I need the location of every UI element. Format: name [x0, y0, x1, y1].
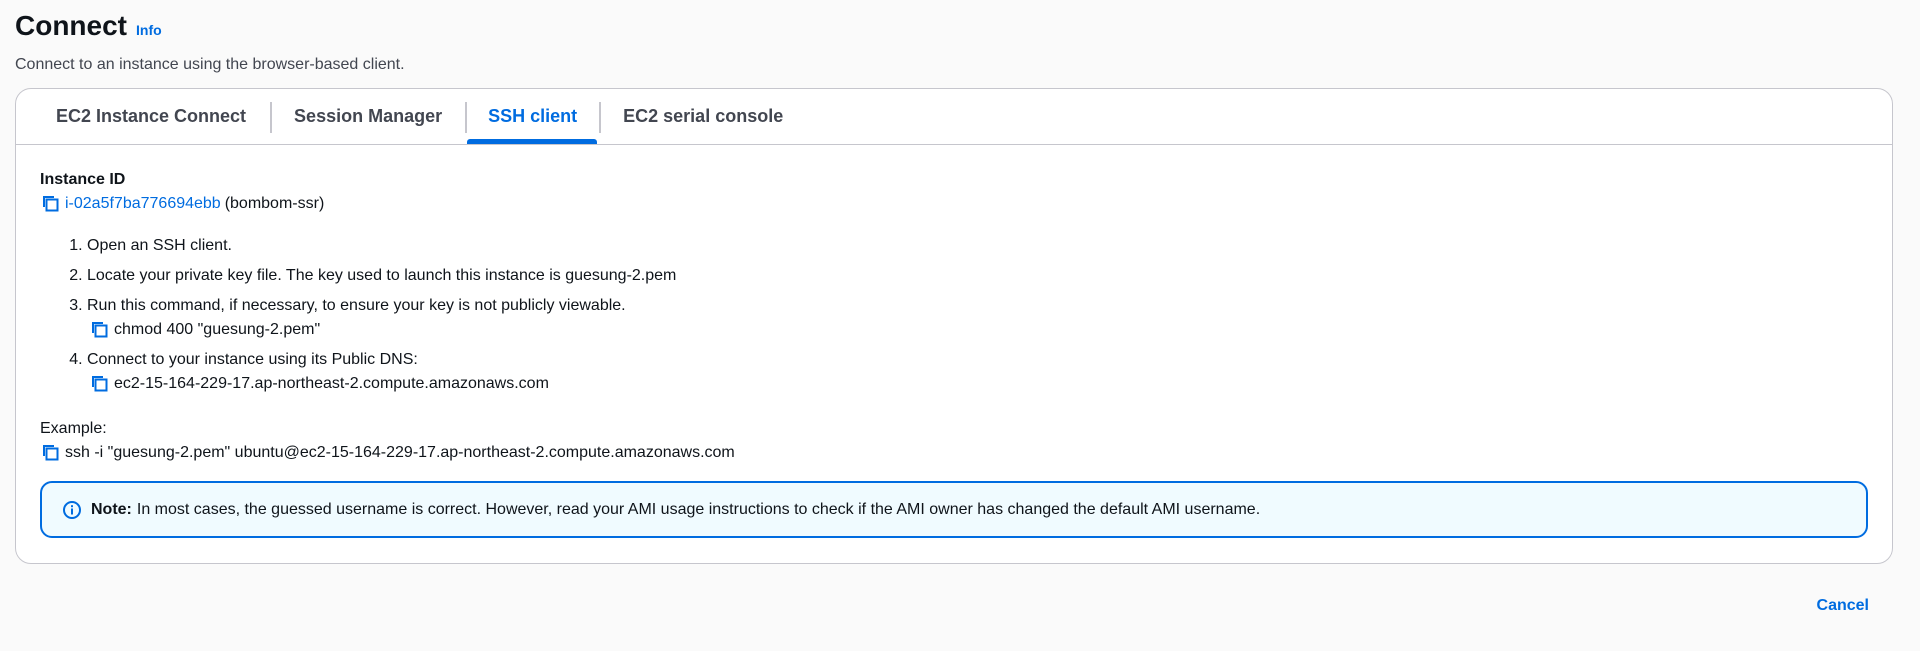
page-title: Connect	[15, 10, 127, 41]
tab-bar: EC2 Instance Connect Session Manager SSH…	[16, 89, 1892, 145]
copy-icon[interactable]	[40, 442, 62, 464]
copy-icon[interactable]	[89, 373, 111, 395]
copy-icon[interactable]	[40, 193, 62, 215]
steps-list: Open an SSH client. Locate your private …	[40, 235, 1868, 395]
title-row: Connect Info	[15, 8, 1905, 44]
step-item: Locate your private key file. The key us…	[87, 265, 1868, 287]
step-text: Open an SSH client.	[87, 237, 232, 254]
tab-ec2-serial-console[interactable]: EC2 serial console	[599, 89, 807, 144]
step-text: Locate your private key file. The key us…	[87, 267, 677, 284]
step-item: Open an SSH client.	[87, 235, 1868, 257]
example-command-row: ssh -i "guesung-2.pem" ubuntu@ec2-15-164…	[40, 442, 1868, 464]
example-label: Example:	[40, 420, 107, 437]
step-text: Connect to your instance using its Publi…	[87, 351, 418, 368]
note-text: In most cases, the guessed username is c…	[136, 500, 1261, 518]
info-link[interactable]: Info	[136, 22, 162, 38]
instance-id-label: Instance ID	[40, 171, 126, 188]
note-alert: Note: In most cases, the guessed usernam…	[40, 481, 1868, 538]
step-item: Connect to your instance using its Publi…	[87, 349, 1868, 395]
page-header: Connect Info Connect to an instance usin…	[15, 8, 1905, 76]
copy-icon[interactable]	[89, 319, 111, 341]
example-command: ssh -i "guesung-2.pem" ubuntu@ec2-15-164…	[65, 444, 735, 461]
step-item: Run this command, if necessary, to ensur…	[87, 295, 1868, 341]
public-dns: ec2-15-164-229-17.ap-northeast-2.compute…	[114, 375, 549, 392]
tab-session-manager[interactable]: Session Manager	[270, 89, 465, 144]
connect-panel: EC2 Instance Connect Session Manager SSH…	[15, 88, 1893, 564]
tab-ssh-client[interactable]: SSH client	[465, 89, 599, 144]
instance-id-row: i-02a5f7ba776694ebb (bombom-ssr)	[40, 193, 1868, 215]
instance-name: (bombom-ssr)	[224, 195, 325, 212]
chmod-command: chmod 400 "guesung-2.pem"	[114, 321, 321, 338]
public-dns-row: ec2-15-164-229-17.ap-northeast-2.compute…	[89, 373, 1868, 395]
instance-id-link[interactable]: i-02a5f7ba776694ebb	[65, 193, 221, 215]
info-circle-icon	[62, 500, 82, 520]
chmod-command-row: chmod 400 "guesung-2.pem"	[89, 319, 1868, 341]
tab-ec2-instance-connect[interactable]: EC2 Instance Connect	[27, 89, 270, 144]
page-description: Connect to an instance using the browser…	[15, 56, 405, 73]
step-text: Run this command, if necessary, to ensur…	[87, 297, 626, 314]
note-label: Note:	[91, 500, 132, 518]
ssh-client-content: Instance ID i-02a5f7ba776694ebb (bombom-…	[40, 169, 1868, 464]
cancel-button[interactable]: Cancel	[1817, 597, 1869, 615]
